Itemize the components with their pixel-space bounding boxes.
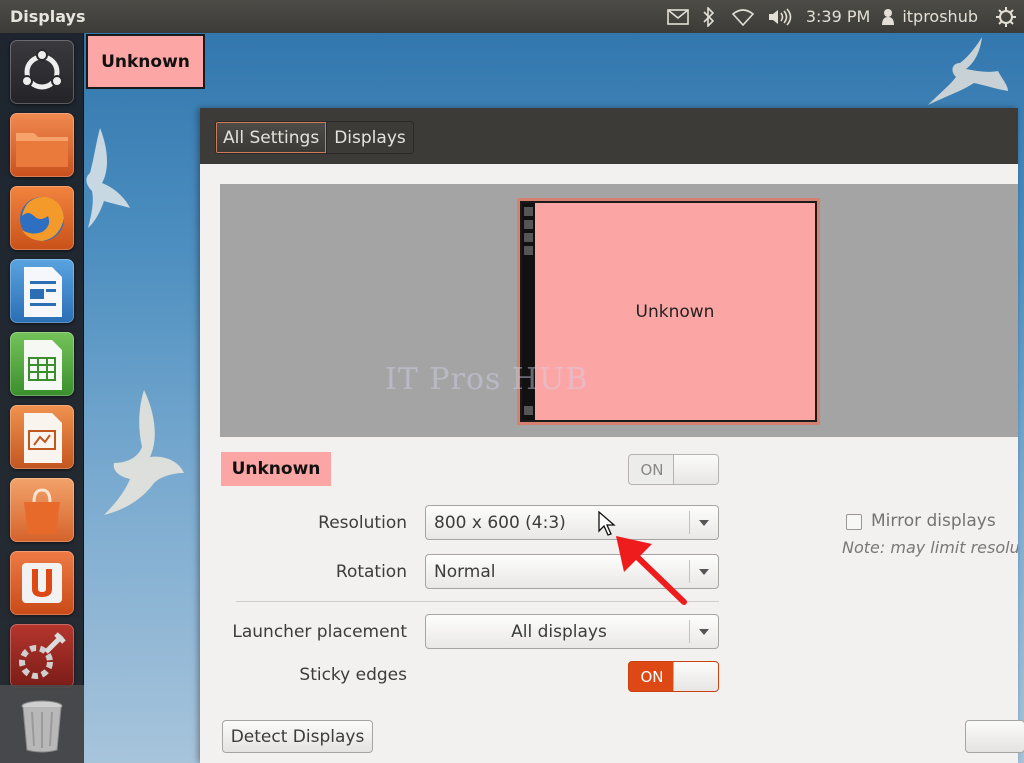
breadcrumb: All Settings Displays bbox=[215, 121, 414, 154]
mirror-displays-label[interactable]: Mirror displays bbox=[871, 511, 996, 531]
launcher-writer[interactable] bbox=[10, 259, 74, 323]
window-content: Unknown IT Pros HUB Unknown ON Mirror di… bbox=[200, 164, 1024, 763]
impress-icon bbox=[24, 413, 62, 463]
launcher-calc[interactable] bbox=[10, 332, 74, 396]
chevron-down-icon bbox=[699, 520, 709, 526]
folder-icon bbox=[16, 133, 68, 167]
launcher-firefox[interactable] bbox=[10, 186, 74, 250]
launcher-placement-value: All displays bbox=[511, 621, 607, 642]
dove-decoration bbox=[928, 37, 1008, 105]
toggle-state: ON bbox=[640, 667, 664, 686]
writer-icon bbox=[24, 267, 62, 317]
launcher-placement-label: Launcher placement bbox=[232, 622, 407, 642]
bluetooth-icon[interactable] bbox=[694, 0, 724, 33]
shopping-bag-icon bbox=[24, 488, 60, 534]
launcher-impress[interactable] bbox=[10, 405, 74, 469]
launcher-trash[interactable] bbox=[10, 692, 74, 756]
mirror-displays-checkbox[interactable] bbox=[846, 514, 862, 530]
firefox-icon bbox=[20, 196, 64, 241]
launcher-placement-dropdown[interactable]: All displays bbox=[425, 614, 719, 649]
power-gear-icon[interactable] bbox=[988, 0, 1024, 33]
launcher-ubuntu-one[interactable] bbox=[10, 551, 74, 615]
mirror-displays-note: Note: may limit resolution bbox=[842, 538, 1018, 557]
user-name[interactable]: itproshub bbox=[898, 0, 988, 33]
launcher-system-settings[interactable] bbox=[10, 624, 74, 688]
dove-decoration bbox=[104, 390, 184, 515]
resolution-label: Resolution bbox=[318, 513, 407, 533]
launcher-dash-home[interactable] bbox=[10, 40, 74, 104]
detect-displays-button[interactable]: Detect Displays bbox=[222, 720, 373, 753]
red-annotation-arrow-icon bbox=[616, 536, 687, 605]
sticky-edges-toggle[interactable]: ON bbox=[628, 661, 719, 692]
sticky-edges-label: Sticky edges bbox=[299, 665, 407, 685]
calc-icon bbox=[24, 340, 62, 390]
ubuntu-one-icon bbox=[22, 563, 62, 603]
toggle-knob bbox=[673, 662, 718, 691]
window-toolbar: All Settings Displays bbox=[200, 108, 1018, 164]
rotation-label: Rotation bbox=[335, 562, 407, 582]
mail-icon[interactable] bbox=[662, 0, 694, 33]
app-title: Displays bbox=[10, 7, 86, 26]
clock[interactable]: 3:39 PM bbox=[798, 0, 878, 33]
top-panel: Displays 3:39 PM itproshub bbox=[0, 0, 1024, 33]
breadcrumb-all-settings[interactable]: All Settings bbox=[216, 122, 328, 153]
wifi-icon[interactable] bbox=[724, 0, 762, 33]
ubuntu-logo-icon bbox=[21, 49, 63, 90]
displays-window: All Settings Displays Unknown IT Pros HU… bbox=[200, 108, 1024, 763]
launcher-software-center[interactable] bbox=[10, 478, 74, 542]
chevron-down-icon bbox=[699, 629, 709, 635]
resolution-value: 800 x 600 (4:3) bbox=[434, 512, 566, 533]
launcher-files[interactable] bbox=[10, 113, 74, 177]
rotation-value: Normal bbox=[434, 561, 496, 582]
monitor-identify-label: Unknown bbox=[86, 34, 205, 89]
chevron-down-icon bbox=[699, 569, 709, 575]
apply-button[interactable] bbox=[965, 720, 1024, 753]
indicator-area: 3:39 PM itproshub bbox=[662, 0, 1024, 33]
breadcrumb-displays[interactable]: Displays bbox=[327, 122, 413, 153]
volume-icon[interactable] bbox=[762, 0, 798, 33]
launcher bbox=[0, 33, 84, 763]
user-icon[interactable] bbox=[878, 0, 898, 33]
dove-decoration bbox=[86, 128, 130, 228]
trash-icon bbox=[21, 700, 63, 753]
settings-wrench-icon bbox=[19, 632, 66, 679]
